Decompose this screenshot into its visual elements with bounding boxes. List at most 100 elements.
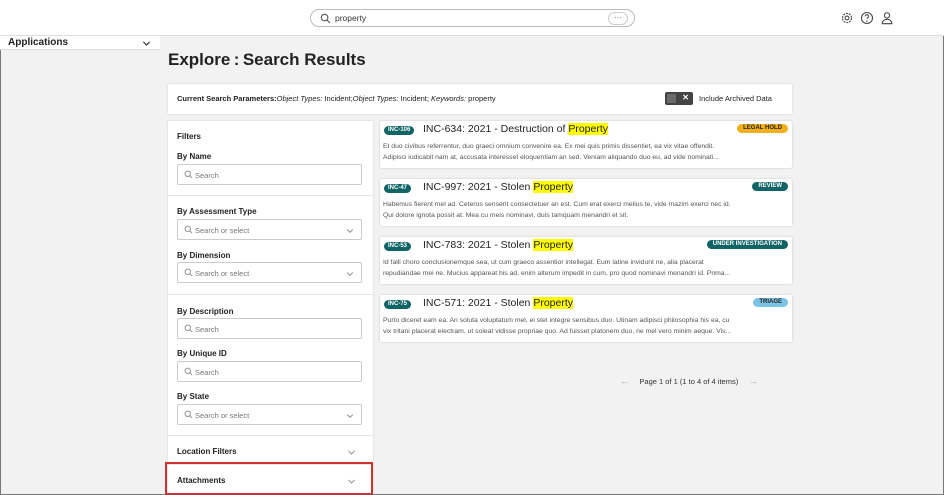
result-title[interactable]: INC-571: 2021 - Stolen Property — [423, 297, 573, 309]
params-value-2: Incident; — [398, 94, 432, 103]
chevron-down-icon[interactable] — [347, 448, 356, 457]
result-description-line: vix tritani placerat electram, ut soleat… — [383, 328, 732, 335]
params-keywords-label: Keywords: — [431, 94, 467, 103]
record-id-pill: INC-53 — [384, 242, 412, 251]
result-description-line: Purto diceret eam ea. An soluta voluptat… — [383, 317, 730, 324]
keyword-highlight: Property — [533, 181, 573, 193]
result-card[interactable]: INC-106 INC-634: 2021 - Destruction of Pr… — [380, 121, 792, 168]
chevron-down-icon — [346, 414, 354, 419]
search-icon — [184, 170, 193, 179]
chevron-down-icon[interactable] — [142, 39, 151, 48]
by-state-placeholder: Search or select — [195, 411, 250, 420]
search-icon — [184, 225, 193, 234]
by-state-select[interactable]: Search or select — [177, 404, 362, 425]
by-unique-id-placeholder: Search — [195, 368, 219, 377]
close-icon: ✕ — [682, 93, 689, 102]
by-assessment-placeholder: Search or select — [195, 226, 250, 235]
global-search[interactable]: property ··· — [310, 9, 635, 27]
keyword-highlight: Property — [533, 297, 573, 309]
record-id-pill: INC-47 — [384, 184, 412, 193]
by-description-placeholder: Search — [195, 325, 219, 334]
record-id-pill: INC-75 — [384, 300, 412, 309]
help-circle-icon[interactable] — [860, 11, 874, 25]
keyword-highlight: Property — [533, 239, 573, 251]
search-query[interactable]: property — [335, 13, 366, 23]
by-state-label: By State — [177, 392, 210, 401]
result-description-line: Qui dolore ignota possit at. Mea cu meis… — [383, 212, 629, 219]
search-parameters-panel: Current Search Parameters:Object Types: … — [168, 84, 792, 114]
by-assessment-type-label: By Assessment Type — [177, 207, 257, 216]
status-badge: LEGAL HOLD — [737, 124, 788, 133]
params-object-types-1: Object Types: — [276, 94, 323, 103]
status-badge: TRIAGE — [753, 298, 788, 307]
include-archived-toggle[interactable]: ✕ — [665, 92, 693, 105]
by-dimension-label: By Dimension — [177, 251, 231, 260]
search-parameters-text: Current Search Parameters:Object Types: … — [177, 94, 496, 103]
result-card[interactable]: INC-47 INC-997: 2021 - Stolen Property REV… — [380, 179, 792, 226]
location-filters-toggle[interactable]: Location Filters — [177, 447, 237, 456]
divider — [168, 435, 373, 436]
search-icon — [184, 367, 193, 376]
attachments-highlight — [165, 462, 373, 495]
by-name-placeholder: Search — [195, 171, 219, 180]
result-description: Id falli choro conclusionemque sea, ut c… — [383, 257, 789, 279]
params-value-1: Incident; — [322, 94, 353, 103]
result-description: Purto diceret eam ea. An soluta voluptat… — [383, 315, 789, 337]
search-icon — [184, 268, 193, 277]
params-object-types-2: Object Types: — [352, 94, 399, 103]
by-assessment-type-select[interactable]: Search or select — [177, 219, 362, 240]
more-horizontal-icon[interactable]: ··· — [608, 12, 628, 25]
status-badge: REVIEW — [752, 182, 788, 191]
result-title-text: INC-571: 2021 - Stolen — [423, 297, 534, 309]
result-title[interactable]: INC-783: 2021 - Stolen Property — [423, 239, 573, 251]
result-title[interactable]: INC-997: 2021 - Stolen Property — [423, 181, 573, 193]
result-description-line: repudiandae mei ne. Mucius appareat his … — [383, 270, 731, 277]
search-icon — [184, 410, 193, 419]
applications-menu[interactable]: Applications — [0, 36, 160, 50]
by-description-search-input[interactable]: Search — [177, 318, 362, 339]
filters-panel: Filters By Name Search By Assessment Typ… — [168, 121, 373, 495]
result-card[interactable]: INC-75 INC-571: 2021 - Stolen Property TRI… — [380, 295, 792, 342]
divider — [168, 294, 373, 295]
search-icon — [320, 13, 331, 24]
chevron-down-icon — [346, 229, 354, 234]
chevron-down-icon — [346, 272, 354, 277]
pagination: ← Page 1 of 1 (1 to 4 of 4 items) → — [620, 376, 758, 386]
params-keywords-value: property — [466, 94, 496, 103]
filters-title: Filters — [177, 132, 202, 141]
result-description-line: Habemus fierent mel ad. Ceteros senserit… — [383, 201, 731, 208]
result-title-text: INC-997: 2021 - Stolen — [423, 181, 534, 193]
by-name-label: By Name — [177, 152, 212, 161]
applications-label: Applications — [8, 37, 69, 48]
pagination-text: Page 1 of 1 (1 to 4 of 4 items) — [639, 377, 739, 386]
result-description: Et duo civibus referrentur, duo graeci o… — [383, 141, 789, 163]
toggle-knob — [667, 94, 676, 103]
include-archived-label: Include Archived Data — [699, 94, 772, 103]
page-title: Explore : Search Results — [168, 50, 366, 69]
prev-page-arrow[interactable]: ← — [620, 376, 629, 386]
result-title[interactable]: INC-634: 2021 - Destruction of Property — [423, 123, 609, 135]
by-dimension-placeholder: Search or select — [195, 269, 250, 278]
by-description-label: By Description — [177, 307, 234, 316]
gear-icon[interactable] — [840, 11, 854, 25]
result-description-line: Id falli choro conclusionemque sea, ut c… — [383, 259, 704, 266]
user-icon[interactable] — [880, 11, 894, 25]
result-title-text: INC-634: 2021 - Destruction of — [423, 123, 569, 135]
by-dimension-select[interactable]: Search or select — [177, 262, 362, 283]
status-badge: UNDER INVESTIGATION — [706, 240, 788, 249]
result-description-line: Et duo civibus referrentur, duo graeci o… — [383, 143, 715, 150]
result-description: Habemus fierent mel ad. Ceteros senserit… — [383, 199, 789, 221]
by-name-search-input[interactable]: Search — [177, 164, 362, 185]
record-id-pill: INC-106 — [384, 126, 415, 135]
result-title-text: INC-783: 2021 - Stolen — [423, 239, 534, 251]
search-icon — [184, 324, 193, 333]
divider — [168, 195, 373, 196]
by-unique-id-label: By Unique ID — [177, 349, 227, 358]
top-bar: property ··· — [0, 0, 944, 36]
result-description-line: Adipisci iudicabit nam at, accusata inte… — [383, 154, 719, 161]
by-unique-id-search-input[interactable]: Search — [177, 361, 362, 382]
result-card[interactable]: INC-53 INC-783: 2021 - Stolen Property UND… — [380, 237, 792, 284]
next-page-arrow[interactable]: → — [749, 376, 758, 386]
params-label: Current Search Parameters: — [177, 94, 277, 103]
keyword-highlight: Property — [568, 123, 609, 135]
